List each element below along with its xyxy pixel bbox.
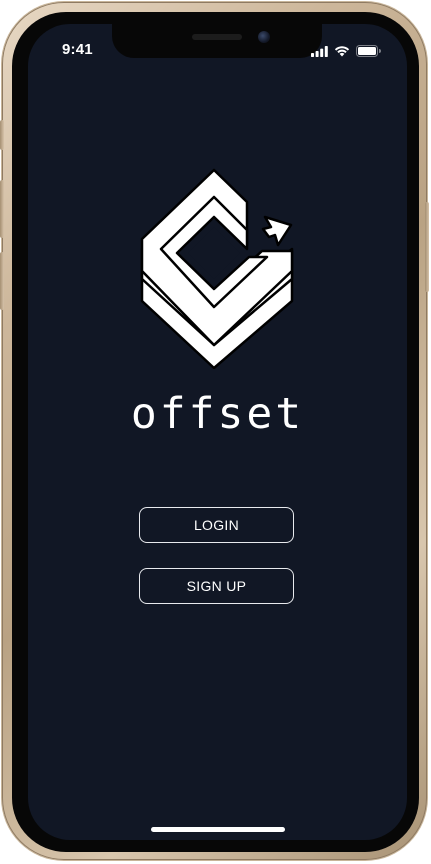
status-time: 9:41 [62,41,93,58]
login-button[interactable]: LOGIN [139,507,294,543]
battery-icon [356,44,381,62]
app-name: offset [130,389,305,439]
wifi-icon [334,44,350,62]
front-camera [258,31,270,43]
notch [112,24,322,58]
home-indicator[interactable] [151,827,285,832]
mute-switch [0,120,4,150]
offset-logo [137,167,297,370]
app-screen: 9:41 offset LOGIN SIGN UP [28,24,407,840]
cellular-signal-icon [311,44,328,62]
volume-down-button [0,252,4,310]
power-button [425,202,429,292]
phone-frame: 9:41 offset LOGIN SIGN UP [0,2,429,860]
login-button-label: LOGIN [193,517,240,533]
volume-up-button [0,180,4,238]
status-icons [311,44,381,62]
sign-up-button-label: SIGN UP [186,578,247,594]
speaker-grille [192,34,242,40]
sign-up-button[interactable]: SIGN UP [139,568,294,604]
